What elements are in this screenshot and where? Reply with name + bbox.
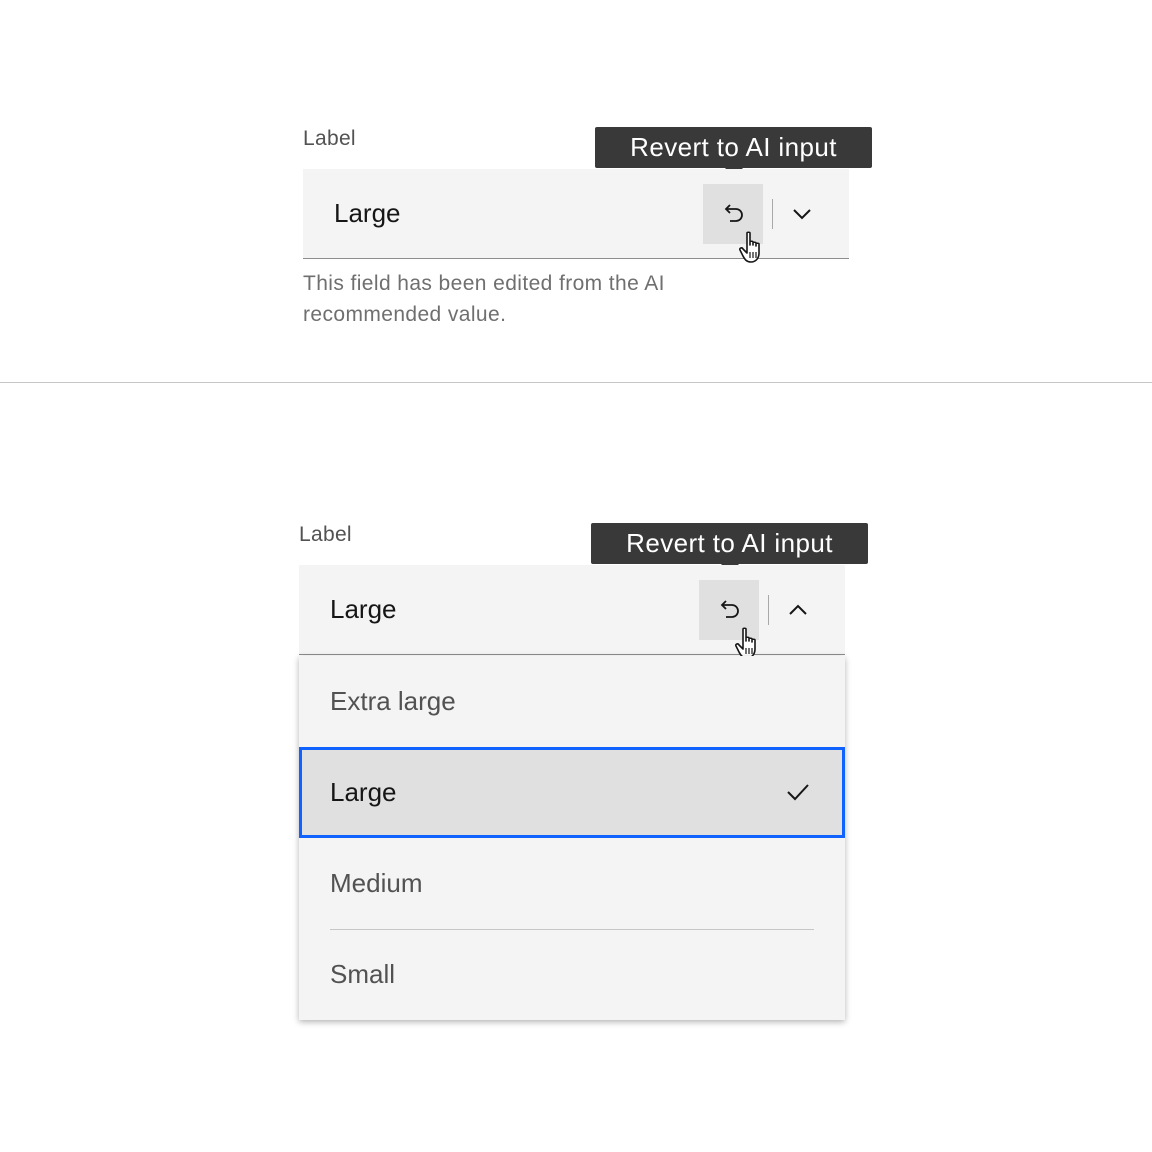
menu-item-small[interactable]: Small [299, 929, 845, 1020]
undo-icon [720, 600, 739, 618]
field-label: Label [299, 523, 352, 546]
menu-item-label: Extra large [330, 686, 456, 716]
dropdown-menu: Extra large Large Medium Small [299, 656, 845, 1020]
dropdown-example-open: Label Revert to AI input Large Extra lar… [299, 0, 868, 1152]
dropdown-field[interactable]: Large [299, 565, 845, 659]
menu-item-medium[interactable]: Medium [299, 838, 845, 929]
menu-item-large[interactable]: Large [299, 747, 845, 838]
checkmark-icon [787, 784, 809, 801]
revert-tooltip: Revert to AI input [591, 523, 868, 573]
menu-item-label: Large [330, 777, 397, 807]
menu-item-label: Small [330, 959, 396, 989]
selected-value: Large [330, 594, 397, 624]
chevron-up-icon[interactable] [787, 599, 809, 621]
menu-item-extra-large[interactable]: Extra large [299, 656, 845, 747]
field-divider [768, 595, 769, 625]
menu-item-label: Medium [330, 868, 423, 898]
